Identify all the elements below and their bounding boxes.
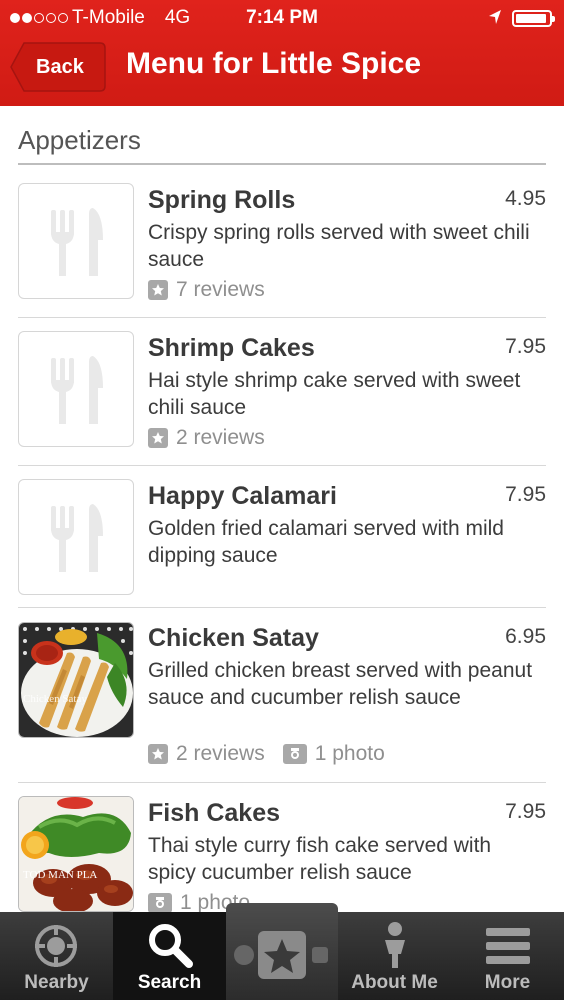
battery-icon <box>512 10 555 27</box>
item-price: 6.95 <box>505 625 546 648</box>
item-name: Shrimp Cakes <box>148 334 315 362</box>
review-count: 7 reviews <box>176 278 265 301</box>
item-name: Chicken Satay <box>148 624 319 652</box>
item-name: Fish Cakes <box>148 799 281 827</box>
back-button-label: Back <box>36 56 84 78</box>
compass-icon <box>35 925 77 967</box>
chicken-satay-photo[interactable]: Chicken Satay <box>18 622 134 738</box>
fish-cakes-photo[interactable]: TOD MAN PLA <box>18 796 134 912</box>
item-description: Golden fried calamari served with mild d… <box>148 517 504 567</box>
status-bar: T-Mobile 4G 7:14 PM <box>0 0 564 36</box>
placeholder-fork-knife-icon <box>18 331 134 447</box>
tab-about-me[interactable]: About Me <box>338 912 451 1000</box>
camera-icon <box>148 893 172 913</box>
tab-search[interactable]: Search <box>113 912 226 1000</box>
image-caption: Chicken Satay <box>23 693 87 705</box>
check-in-button[interactable] <box>226 903 338 1000</box>
search-icon <box>149 924 193 968</box>
item-price: 4.95 <box>505 187 546 210</box>
review-count: 2 reviews <box>176 426 265 449</box>
menu-item[interactable]: Chicken Satay Chicken Satay 6.95 Grilled… <box>18 608 546 783</box>
tab-label: About Me <box>351 972 438 993</box>
tab-label: Nearby <box>24 972 89 993</box>
tab-label: Search <box>137 972 202 993</box>
star-icon <box>148 428 168 448</box>
item-description: Hai style shrimp cake served with sweet … <box>148 369 521 419</box>
item-description: Thai style curry fish cake served with s… <box>148 834 492 884</box>
item-meta: 2 reviews 1 photo <box>148 742 385 766</box>
item-meta: 7 reviews <box>148 278 265 302</box>
star-icon <box>148 744 168 764</box>
star-icon <box>148 280 168 300</box>
check-in-star-icon <box>234 931 328 979</box>
menu-item[interactable]: Happy Calamari 7.95 Golden fried calamar… <box>18 466 546 608</box>
menu-item[interactable]: TOD MAN PLA Fish Cakes 7.95 Thai style c… <box>18 783 546 914</box>
item-price: 7.95 <box>505 800 546 823</box>
menu-item[interactable]: Shrimp Cakes 7.95 Hai style shrimp cake … <box>18 318 546 466</box>
placeholder-fork-knife-icon <box>18 183 134 299</box>
placeholder-fork-knife-icon <box>18 479 134 595</box>
camera-icon <box>282 744 307 764</box>
status-time: 7:14 PM <box>246 7 318 28</box>
tab-label: More <box>484 972 531 993</box>
section-header: Appetizers <box>18 125 546 165</box>
photo-count: 1 photo <box>314 742 385 765</box>
menu-item[interactable]: Spring Rolls 4.95 Crispy spring rolls se… <box>18 172 546 318</box>
menu-lines-icon <box>486 928 530 964</box>
item-meta: 2 reviews <box>148 426 265 450</box>
item-description: Crispy spring rolls served with sweet ch… <box>148 221 530 271</box>
item-name: Happy Calamari <box>148 482 337 510</box>
person-icon <box>385 922 405 968</box>
tab-more[interactable]: More <box>451 912 564 1000</box>
image-caption: TOD MAN PLA <box>23 869 98 881</box>
item-price: 7.95 <box>505 335 546 358</box>
item-price: 7.95 <box>505 483 546 506</box>
item-description: Grilled chicken breast served with peanu… <box>148 659 533 709</box>
review-count: 2 reviews <box>176 742 265 765</box>
page-title: Menu for Little Spice <box>126 47 422 80</box>
tab-nearby[interactable]: Nearby <box>0 912 113 1000</box>
item-name: Spring Rolls <box>148 186 296 214</box>
location-arrow-icon <box>489 10 501 24</box>
back-button[interactable]: Back <box>10 42 106 92</box>
